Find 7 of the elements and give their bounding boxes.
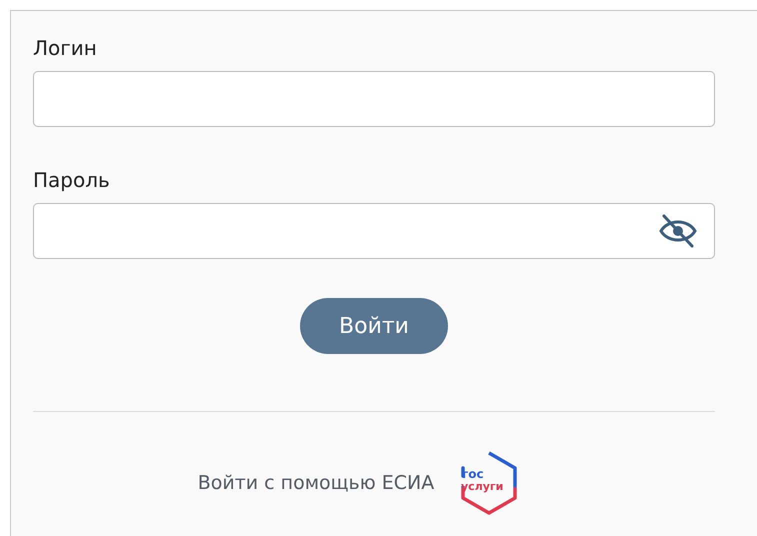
field-label: Логин <box>33 35 97 62</box>
esia-login-link[interactable]: Войти с помощью ЕСИА <box>198 468 434 498</box>
password-field[interactable] <box>33 203 715 259</box>
login-button[interactable]: Войти <box>300 298 448 354</box>
login-field[interactable] <box>33 71 715 127</box>
hide-password-icon[interactable] <box>658 214 698 248</box>
field-label: Пароль <box>33 167 110 194</box>
